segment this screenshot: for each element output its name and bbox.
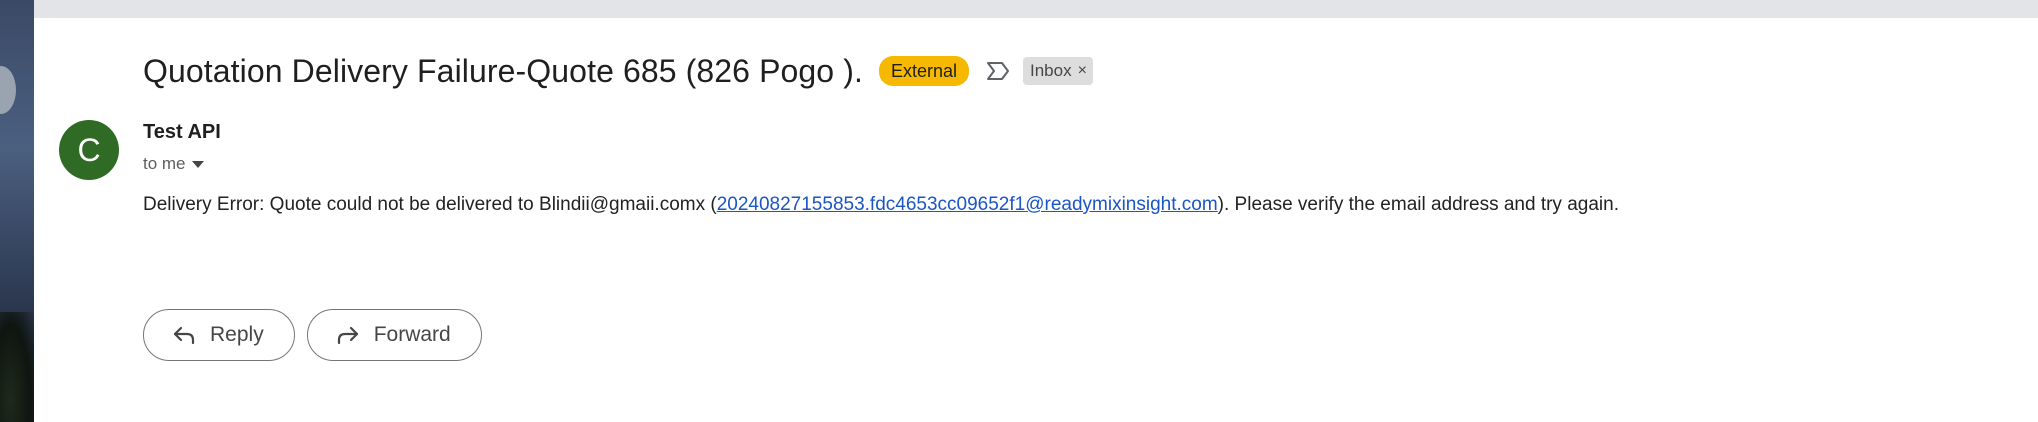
top-toolbar-edge bbox=[34, 0, 2038, 18]
body-suffix: ). Please verify the email address and t… bbox=[1217, 194, 1619, 215]
forward-label: Forward bbox=[373, 323, 451, 346]
reply-button[interactable]: Reply bbox=[143, 309, 295, 361]
recipient-details-toggle[interactable]: to me bbox=[143, 154, 204, 174]
sender-avatar[interactable]: C bbox=[59, 120, 119, 180]
recipient-text: to me bbox=[143, 154, 186, 173]
wallpaper-foliage bbox=[0, 312, 34, 422]
side-panel-handle[interactable] bbox=[0, 66, 16, 114]
message-id-link[interactable]: 20240827155853.fdc4653cc09652f1@readymix… bbox=[717, 194, 1218, 215]
email-subject: Quotation Delivery Failure-Quote 685 (82… bbox=[143, 52, 863, 89]
inbox-label-badge: Inbox × bbox=[1023, 57, 1093, 85]
background-wallpaper-strip bbox=[0, 0, 34, 422]
remove-label-icon[interactable]: × bbox=[1078, 60, 1087, 82]
forward-button[interactable]: Forward bbox=[306, 309, 482, 361]
reply-arrow-icon bbox=[172, 325, 196, 345]
email-body: Delivery Error: Quote could not be deliv… bbox=[143, 194, 1619, 216]
important-marker-icon[interactable] bbox=[985, 60, 1011, 82]
chevron-down-icon[interactable] bbox=[191, 154, 204, 174]
subject-row: Quotation Delivery Failure-Quote 685 (82… bbox=[143, 48, 1093, 94]
inbox-label-text: Inbox bbox=[1030, 61, 1072, 80]
reply-label: Reply bbox=[210, 323, 264, 346]
sender-name[interactable]: Test API bbox=[143, 121, 221, 144]
external-label-badge: External bbox=[878, 56, 969, 86]
forward-arrow-icon bbox=[336, 325, 360, 345]
body-prefix: Delivery Error: Quote could not be deliv… bbox=[143, 194, 717, 215]
email-view: Quotation Delivery Failure-Quote 685 (82… bbox=[34, 18, 2038, 422]
message-actions: Reply Forward bbox=[143, 309, 482, 361]
